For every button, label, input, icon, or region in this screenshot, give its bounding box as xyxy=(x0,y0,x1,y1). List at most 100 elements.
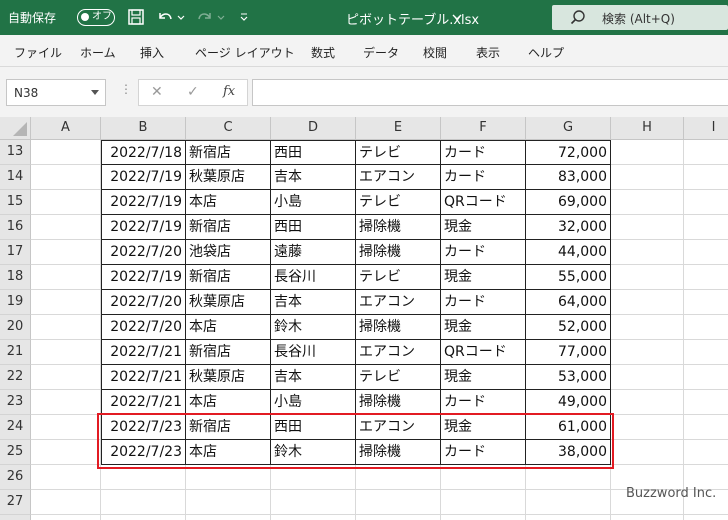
date-cell[interactable]: 2022/7/20 xyxy=(101,240,186,265)
empty-cell[interactable] xyxy=(611,215,684,240)
date-cell[interactable]: 2022/7/20 xyxy=(101,290,186,315)
empty-cell[interactable] xyxy=(526,515,611,520)
row-header[interactable]: 26 xyxy=(0,465,31,490)
tab-view[interactable]: 表示 xyxy=(476,44,500,61)
empty-cell[interactable] xyxy=(684,365,728,390)
person-cell[interactable]: 西田 xyxy=(271,415,356,440)
product-cell[interactable]: テレビ xyxy=(356,140,441,165)
row-header[interactable]: 15 xyxy=(0,190,31,215)
person-cell[interactable]: 小島 xyxy=(271,390,356,415)
column-header-g[interactable]: G xyxy=(526,117,611,140)
empty-cell[interactable] xyxy=(684,415,728,440)
empty-cell[interactable] xyxy=(186,465,271,490)
empty-cell[interactable] xyxy=(611,415,684,440)
empty-cell[interactable] xyxy=(31,290,101,315)
row-header[interactable]: 21 xyxy=(0,340,31,365)
person-cell[interactable]: 鈴木 xyxy=(271,440,356,465)
amount-cell[interactable]: 44,000 xyxy=(526,240,611,265)
undo-dropdown-icon[interactable] xyxy=(176,7,186,27)
empty-cell[interactable] xyxy=(684,215,728,240)
empty-cell[interactable] xyxy=(31,165,101,190)
person-cell[interactable]: 鈴木 xyxy=(271,315,356,340)
store-cell[interactable]: 新宿店 xyxy=(186,415,271,440)
payment-cell[interactable]: カード xyxy=(441,440,526,465)
person-cell[interactable]: 小島 xyxy=(271,190,356,215)
row-header[interactable]: 17 xyxy=(0,240,31,265)
chevron-down-icon[interactable] xyxy=(91,90,99,95)
amount-cell[interactable]: 38,000 xyxy=(526,440,611,465)
empty-cell[interactable] xyxy=(684,240,728,265)
empty-cell[interactable] xyxy=(356,465,441,490)
store-cell[interactable]: 本店 xyxy=(186,440,271,465)
empty-cell[interactable] xyxy=(684,290,728,315)
product-cell[interactable]: エアコン xyxy=(356,290,441,315)
row-header[interactable]: 27 xyxy=(0,490,31,515)
tab-data[interactable]: データ xyxy=(363,44,399,61)
empty-cell[interactable] xyxy=(684,340,728,365)
empty-cell[interactable] xyxy=(611,515,684,520)
date-cell[interactable]: 2022/7/21 xyxy=(101,340,186,365)
amount-cell[interactable]: 55,000 xyxy=(526,265,611,290)
empty-cell[interactable] xyxy=(611,265,684,290)
amount-cell[interactable]: 32,000 xyxy=(526,215,611,240)
save-icon[interactable] xyxy=(127,7,145,27)
date-cell[interactable]: 2022/7/20 xyxy=(101,315,186,340)
empty-cell[interactable] xyxy=(31,415,101,440)
person-cell[interactable]: 吉本 xyxy=(271,290,356,315)
product-cell[interactable]: 掃除機 xyxy=(356,390,441,415)
empty-cell[interactable] xyxy=(441,515,526,520)
empty-cell[interactable] xyxy=(684,165,728,190)
empty-cell[interactable] xyxy=(271,515,356,520)
search-box[interactable]: 検索 (Alt+Q) xyxy=(552,5,728,30)
select-all-button[interactable] xyxy=(0,117,31,140)
store-cell[interactable]: 新宿店 xyxy=(186,340,271,365)
column-header-h[interactable]: H xyxy=(611,117,684,140)
empty-cell[interactable] xyxy=(611,190,684,215)
store-cell[interactable]: 本店 xyxy=(186,315,271,340)
empty-cell[interactable] xyxy=(611,140,684,165)
tab-formulas[interactable]: 数式 xyxy=(311,44,335,61)
row-header[interactable]: 22 xyxy=(0,365,31,390)
customize-toolbar-icon[interactable] xyxy=(238,7,250,27)
payment-cell[interactable]: QRコード xyxy=(441,340,526,365)
empty-cell[interactable] xyxy=(186,490,271,515)
amount-cell[interactable]: 49,000 xyxy=(526,390,611,415)
person-cell[interactable]: 吉本 xyxy=(271,365,356,390)
date-cell[interactable]: 2022/7/19 xyxy=(101,190,186,215)
formula-input[interactable] xyxy=(252,79,728,106)
payment-cell[interactable]: カード xyxy=(441,240,526,265)
empty-cell[interactable] xyxy=(31,190,101,215)
column-header-f[interactable]: F xyxy=(441,117,526,140)
store-cell[interactable]: 新宿店 xyxy=(186,215,271,240)
person-cell[interactable]: 吉本 xyxy=(271,165,356,190)
payment-cell[interactable]: カード xyxy=(441,140,526,165)
date-cell[interactable]: 2022/7/19 xyxy=(101,265,186,290)
amount-cell[interactable]: 64,000 xyxy=(526,290,611,315)
amount-cell[interactable]: 52,000 xyxy=(526,315,611,340)
empty-cell[interactable] xyxy=(611,165,684,190)
tab-page-layout[interactable]: ページ レイアウト xyxy=(195,44,295,61)
row-header[interactable]: 16 xyxy=(0,215,31,240)
product-cell[interactable]: 掃除機 xyxy=(356,215,441,240)
payment-cell[interactable]: 現金 xyxy=(441,315,526,340)
date-cell[interactable]: 2022/7/19 xyxy=(101,215,186,240)
product-cell[interactable]: 掃除機 xyxy=(356,240,441,265)
date-cell[interactable]: 2022/7/21 xyxy=(101,365,186,390)
empty-cell[interactable] xyxy=(271,465,356,490)
date-cell[interactable]: 2022/7/23 xyxy=(101,440,186,465)
empty-cell[interactable] xyxy=(101,490,186,515)
amount-cell[interactable]: 61,000 xyxy=(526,415,611,440)
empty-cell[interactable] xyxy=(101,465,186,490)
payment-cell[interactable]: カード xyxy=(441,390,526,415)
empty-cell[interactable] xyxy=(611,315,684,340)
undo-icon[interactable] xyxy=(156,7,174,27)
store-cell[interactable]: 秋葉原店 xyxy=(186,165,271,190)
cancel-icon[interactable]: ✕ xyxy=(151,84,163,100)
empty-cell[interactable] xyxy=(31,215,101,240)
store-cell[interactable]: 本店 xyxy=(186,190,271,215)
column-header-a[interactable]: A xyxy=(31,117,101,140)
empty-cell[interactable] xyxy=(31,465,101,490)
column-header-b[interactable]: B xyxy=(101,117,186,140)
empty-cell[interactable] xyxy=(611,290,684,315)
empty-cell[interactable] xyxy=(611,440,684,465)
